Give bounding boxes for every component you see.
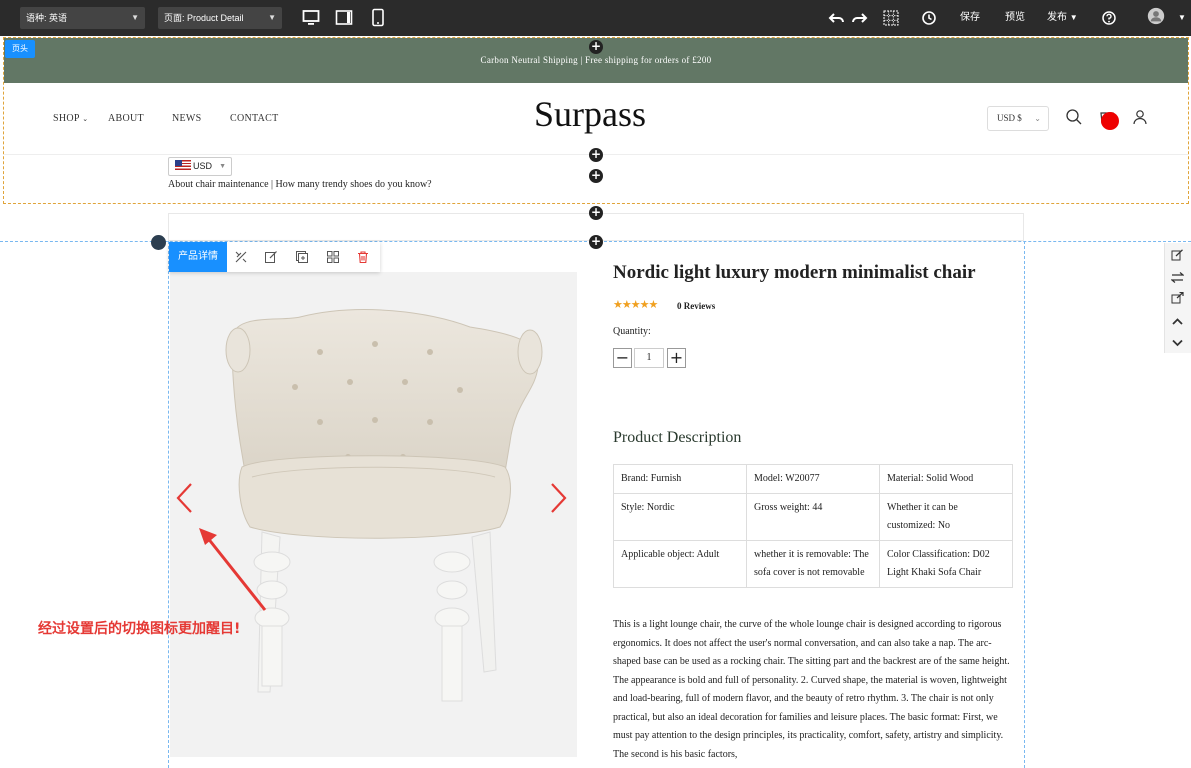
account-icon[interactable]: [1131, 108, 1149, 126]
spec-cell: Color Classification: D02 Light Khaki So…: [879, 540, 1013, 588]
add-section-icon[interactable]: +: [589, 206, 603, 220]
description-heading: Product Description: [613, 429, 742, 446]
module-label[interactable]: 产品详情: [169, 242, 227, 272]
spec-cell: Model: W20077: [746, 464, 880, 494]
language-select-label: 语种: 英语: [26, 13, 68, 23]
external-link-icon[interactable]: [1171, 291, 1184, 305]
spec-cell: Gross weight: 44: [746, 493, 880, 541]
us-flag-icon: [175, 160, 191, 170]
edit-icon[interactable]: [264, 250, 278, 264]
grid-icon[interactable]: [882, 9, 900, 27]
style-icon[interactable]: [234, 250, 248, 264]
module-toolbar: 产品详情: [169, 242, 380, 272]
spec-cell: Material: Solid Wood: [879, 464, 1013, 494]
publish-button[interactable]: 发布 ▼: [1047, 0, 1078, 36]
quantity-label: Quantity:: [613, 326, 651, 337]
table-row: Brand: Furnish Model: W20077 Material: S…: [613, 464, 1013, 494]
site-logo[interactable]: Surpass: [534, 93, 646, 135]
chevron-down-icon: ⌄: [1034, 114, 1041, 123]
header-subline: USD ▼ About chair maintenance | How many…: [168, 157, 432, 190]
editor-topbar: 语种: 英语 ▼ 页面: Product Detail ▼ 保存 预览 发布 ▼…: [0, 0, 1191, 36]
save-button[interactable]: 保存: [960, 0, 980, 36]
currency-select[interactable]: USD $ ⌄: [987, 106, 1049, 131]
delete-icon[interactable]: [356, 250, 370, 264]
chevron-down-icon: ▼: [131, 13, 139, 22]
nav-shop-label: SHOP: [53, 113, 80, 124]
blog-links[interactable]: About chair maintenance | How many trend…: [168, 179, 432, 190]
side-toolbar: [1164, 243, 1191, 353]
rating-stars-icon: ★★★★★: [613, 299, 658, 311]
header-tag[interactable]: 页头: [5, 40, 35, 58]
chevron-down-icon: ▼: [268, 13, 276, 22]
page-select[interactable]: 页面: Product Detail ▼: [158, 7, 282, 29]
spec-cell: whether it is removable: The sofa cover …: [746, 540, 880, 588]
copy-icon[interactable]: [295, 250, 309, 264]
spec-table: Brand: Furnish Model: W20077 Material: S…: [613, 464, 1013, 588]
product-body-text: This is a light lounge chair, the curve …: [613, 619, 1010, 760]
quantity-input[interactable]: 1: [634, 348, 664, 368]
mobile-icon[interactable]: [369, 8, 387, 28]
nav-news[interactable]: NEWS: [172, 113, 202, 124]
caret-down-icon: ▼: [1069, 13, 1078, 22]
table-row: Applicable object: Adult whether it is r…: [613, 540, 1013, 588]
review-count[interactable]: 0 Reviews: [677, 301, 715, 311]
redo-icon[interactable]: [850, 9, 868, 27]
language-select[interactable]: 语种: 英语 ▼: [20, 7, 145, 29]
drag-handle[interactable]: [151, 235, 166, 250]
product-title: Nordic light luxury modern minimalist ch…: [613, 262, 976, 283]
nav-contact[interactable]: CONTACT: [230, 113, 279, 124]
chair-image: [225, 309, 543, 702]
undo-icon[interactable]: [828, 9, 846, 27]
avatar-caret-icon[interactable]: ▼: [1178, 0, 1186, 36]
annotation-arrow-icon: [199, 528, 267, 611]
swap-icon[interactable]: [1170, 271, 1185, 284]
spec-cell: Whether it can be customized: No: [879, 493, 1013, 541]
cart-count-badge: [1101, 112, 1119, 130]
quantity-decrease-button[interactable]: −: [613, 348, 632, 368]
move-up-icon[interactable]: [1171, 315, 1184, 328]
quantity-increase-button[interactable]: +: [667, 348, 686, 368]
spec-cell: Style: Nordic: [613, 493, 747, 541]
tablet-icon[interactable]: [335, 8, 353, 28]
add-section-icon[interactable]: +: [589, 40, 603, 54]
currency-chip[interactable]: USD ▼: [168, 157, 232, 176]
site-nav: SHOP ⌄ ABOUT NEWS CONTACT Surpass USD $ …: [4, 83, 1188, 155]
page-select-label: 页面: Product Detail: [164, 13, 244, 23]
search-icon[interactable]: [1065, 108, 1083, 126]
add-section-icon[interactable]: +: [589, 148, 603, 162]
annotation-text: 经过设置后的切换图标更加醒目!: [38, 621, 241, 637]
preview-button[interactable]: 预览: [1005, 0, 1025, 36]
add-section-icon[interactable]: +: [589, 169, 603, 183]
gallery-prev-arrow-icon[interactable]: [175, 482, 195, 514]
move-down-icon[interactable]: [1171, 336, 1184, 349]
table-row: Style: Nordic Gross weight: 44 Whether i…: [613, 493, 1013, 541]
chevron-down-icon: ⌄: [82, 115, 89, 123]
product-gallery[interactable]: [170, 272, 577, 757]
currency-chip-label: USD: [193, 161, 213, 171]
publish-label: 发布: [1047, 12, 1067, 23]
currency-label: USD $: [997, 113, 1022, 123]
spec-cell: Applicable object: Adult: [613, 540, 747, 588]
help-icon[interactable]: [1100, 9, 1118, 27]
history-icon[interactable]: [920, 9, 938, 27]
caret-down-icon: ▼: [219, 163, 226, 170]
nav-shop[interactable]: SHOP ⌄: [53, 113, 88, 124]
gallery-next-arrow-icon[interactable]: [548, 482, 568, 514]
avatar-icon[interactable]: [1147, 7, 1169, 29]
layout-icon[interactable]: [326, 250, 340, 264]
spec-cell: Brand: Furnish: [613, 464, 747, 494]
edit-icon[interactable]: [1171, 249, 1184, 262]
nav-about[interactable]: ABOUT: [108, 113, 144, 124]
desktop-icon[interactable]: [302, 8, 320, 28]
